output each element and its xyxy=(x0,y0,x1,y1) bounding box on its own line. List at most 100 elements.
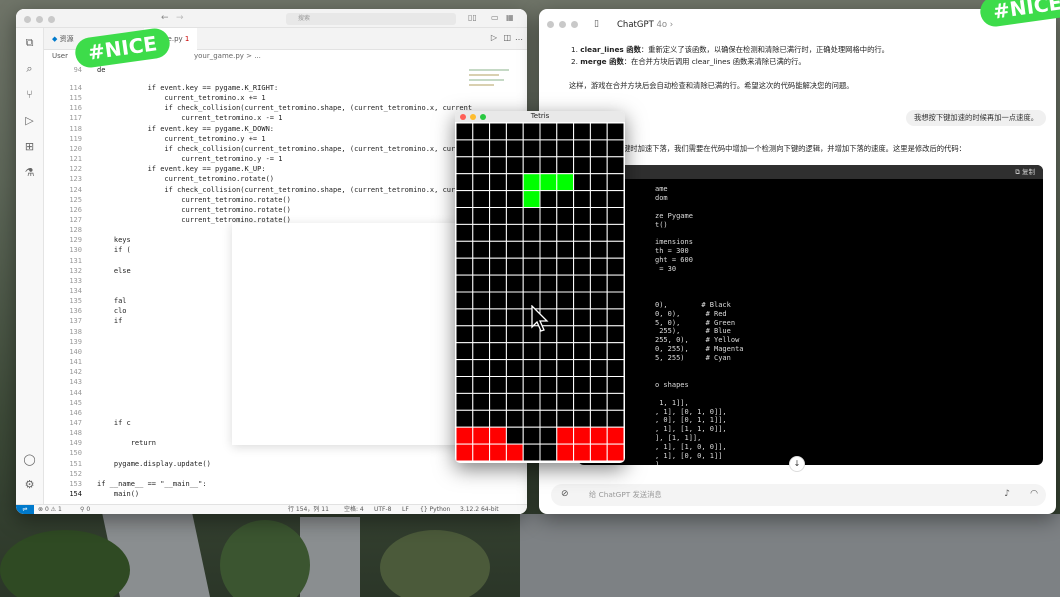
code-line: if check_collision(current_tetromino.sha… xyxy=(97,185,468,194)
code-line: dom xyxy=(655,193,668,202)
tetris-cell xyxy=(606,274,624,293)
tetris-cell xyxy=(556,274,575,293)
headphones-icon[interactable]: ◠ xyxy=(1030,489,1038,499)
line-number: 125 xyxy=(69,195,82,204)
zoom-dot[interactable] xyxy=(480,114,486,120)
problems-status[interactable]: ⊗ 0 ⚠ 1 xyxy=(38,505,62,514)
explorer-icon[interactable]: ⧉ xyxy=(23,36,36,49)
cursor-position[interactable]: 行 154，列 11 xyxy=(288,505,329,514)
tetris-cell xyxy=(456,392,474,411)
account-icon[interactable]: ◯ xyxy=(23,453,36,466)
tetris-cell xyxy=(539,190,558,208)
tetris-cell xyxy=(556,376,575,394)
tetris-cell xyxy=(589,156,608,175)
code-line: else xyxy=(97,266,131,275)
tetris-cell xyxy=(522,123,541,141)
indent-status[interactable]: 空格: 4 xyxy=(344,505,364,514)
line-number: 151 xyxy=(69,459,82,468)
tetris-cell-green xyxy=(539,173,558,192)
breadcrumb[interactable]: your_game.py > ... xyxy=(186,50,527,62)
minimize-dot[interactable] xyxy=(559,21,566,28)
code-line: ght = 600 xyxy=(655,256,693,265)
tetris-cell xyxy=(522,207,541,225)
tetris-cell xyxy=(589,291,608,310)
command-search[interactable]: 搜索 xyxy=(286,13,456,25)
scroll-down-button[interactable]: ↓ xyxy=(789,456,805,472)
line-number: 137 xyxy=(69,317,82,326)
language-status[interactable]: {} Python xyxy=(420,505,450,514)
line-number: 126 xyxy=(69,205,82,214)
tetris-cell xyxy=(522,257,541,276)
more-icon[interactable]: … xyxy=(515,33,523,42)
tetris-cell xyxy=(505,426,524,445)
tetris-cell xyxy=(573,173,591,192)
activity-bar: ⧉ ⌕ ⑂ ▷ ⊞ ⚗ ◯ ⚙ xyxy=(16,28,44,504)
line-number: 119 xyxy=(69,134,82,143)
code-line: o shapes xyxy=(655,380,689,389)
panel-icon[interactable]: ▭ xyxy=(491,13,499,22)
model-selector[interactable]: ChatGPT 4o › xyxy=(617,20,673,30)
split-editor-icon[interactable]: ◫ xyxy=(503,33,511,42)
forward-arrow-icon[interactable]: → xyxy=(176,13,184,23)
code-line: , 1], [1, 1, 0]], xyxy=(655,425,727,434)
tetris-cell xyxy=(489,173,507,192)
zoom-dot[interactable] xyxy=(571,21,578,28)
ports-count: 0 xyxy=(86,506,91,513)
tetris-cell xyxy=(573,139,591,158)
zoom-dot[interactable] xyxy=(48,16,55,23)
minimize-dot[interactable] xyxy=(470,114,476,120)
line-number: 115 xyxy=(69,94,82,103)
line-number: 138 xyxy=(69,327,82,336)
code-line: 5, 0), # Green xyxy=(655,318,736,327)
tetris-cell-red xyxy=(556,426,575,445)
attach-icon[interactable]: ⊘ xyxy=(561,489,569,499)
tetris-cell xyxy=(505,240,524,259)
encoding-status[interactable]: UTF-8 xyxy=(374,505,392,514)
tetris-cell xyxy=(589,257,608,276)
layout-grid-icon[interactable]: ▦ xyxy=(506,13,514,22)
tetris-cell xyxy=(522,409,541,428)
tetris-cell xyxy=(456,359,474,378)
eol-status[interactable]: LF xyxy=(402,505,409,514)
tetris-cell xyxy=(539,359,558,378)
line-number: 141 xyxy=(69,358,82,367)
back-arrow-icon[interactable]: ← xyxy=(161,13,169,23)
source-control-icon[interactable]: ⑂ xyxy=(23,88,36,101)
line-number: 134 xyxy=(69,287,82,295)
line-number: 149 xyxy=(69,439,82,448)
testing-icon[interactable]: ⚗ xyxy=(23,166,36,179)
message-input[interactable]: ⊘ 给 ChatGPT 发送消息 ♪ ◠ xyxy=(551,484,1046,506)
close-dot[interactable] xyxy=(24,16,31,23)
close-dot[interactable] xyxy=(547,21,554,28)
search-icon[interactable]: ⌕ xyxy=(23,62,36,75)
sidebar-toggle-icon[interactable]: ▯ xyxy=(594,19,599,29)
item2-name: merge 函数 xyxy=(580,57,624,66)
tetris-cell xyxy=(556,190,575,208)
chat-title: ChatGPT xyxy=(617,20,654,30)
tetris-cell xyxy=(573,223,591,242)
tetris-cell xyxy=(606,376,624,394)
ports-status[interactable]: ⚲ 0 xyxy=(80,505,90,514)
tetris-cell xyxy=(489,409,507,428)
microphone-icon[interactable]: ♪ xyxy=(1004,489,1010,499)
copy-icon[interactable]: ⧉ 复制 xyxy=(1015,168,1035,176)
layout-icon[interactable]: ▯▯ xyxy=(468,13,477,22)
tetris-cell xyxy=(539,207,558,225)
minimize-dot[interactable] xyxy=(36,16,43,23)
manage-gear-icon[interactable]: ⚙ xyxy=(23,478,36,491)
close-dot[interactable] xyxy=(460,114,466,120)
code-line: 0, 255), # Magenta xyxy=(655,345,744,354)
run-debug-icon[interactable]: ▷ xyxy=(23,114,36,127)
tetris-cell xyxy=(522,139,541,158)
tetris-board[interactable] xyxy=(456,123,624,461)
tetris-cell xyxy=(606,325,624,344)
tetris-cell xyxy=(505,409,524,428)
tetris-cell xyxy=(456,207,474,225)
extensions-icon[interactable]: ⊞ xyxy=(23,140,36,153)
interpreter-status[interactable]: 3.12.2 64-bit xyxy=(460,505,499,514)
remote-icon[interactable]: ⇌ xyxy=(16,505,34,514)
tetris-cell xyxy=(589,376,608,394)
line-number: 145 xyxy=(69,398,82,407)
run-icon[interactable]: ▷ xyxy=(491,33,497,42)
tetris-cell xyxy=(606,359,624,378)
